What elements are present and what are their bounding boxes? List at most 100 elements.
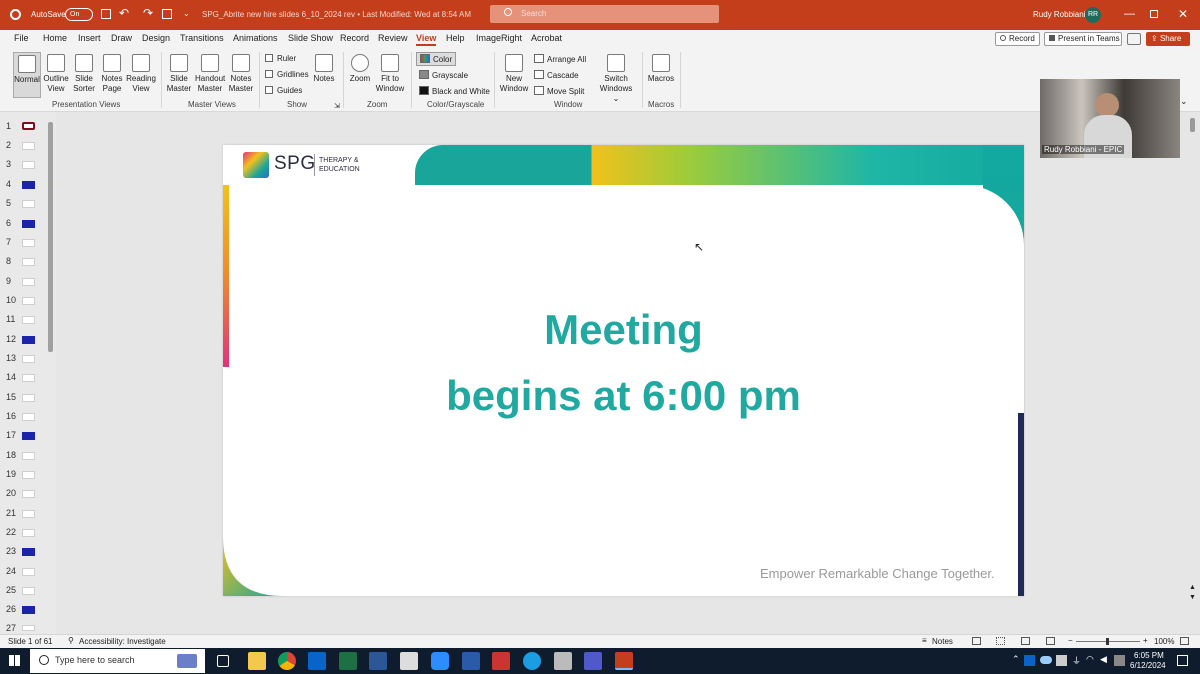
guides-checkbox[interactable]: Guides: [265, 86, 302, 95]
slide-thumbnail[interactable]: [22, 490, 35, 498]
customize-chevron-icon[interactable]: ⌄: [183, 9, 190, 18]
user-name[interactable]: Rudy Robbiani: [1033, 10, 1085, 19]
tab-draw[interactable]: Draw: [111, 33, 132, 43]
tab-imageright[interactable]: ImageRight: [476, 33, 522, 43]
cascade-button[interactable]: Cascade: [534, 70, 579, 80]
slide-thumbnail[interactable]: [22, 258, 35, 266]
tray-app-icon[interactable]: [1024, 655, 1035, 666]
document-title[interactable]: SPG_Abrite new hire slides 6_10_2024 rev…: [202, 10, 471, 19]
tab-design[interactable]: Design: [142, 33, 170, 43]
notes-page-button[interactable]: Notes Page: [99, 52, 125, 94]
previous-slide-icon[interactable]: ▲: [1189, 584, 1196, 591]
slide-thumbnail[interactable]: [22, 239, 35, 247]
slide-thumbnail[interactable]: [22, 122, 35, 130]
gridlines-checkbox[interactable]: Gridlines: [265, 70, 309, 79]
notifications-icon[interactable]: [1177, 655, 1188, 666]
notes-toggle[interactable]: Notes: [932, 637, 953, 646]
file-explorer-icon[interactable]: [248, 652, 266, 670]
show-dialog-launcher-icon[interactable]: ⇲: [334, 102, 340, 110]
app-plane-icon[interactable]: [554, 652, 572, 670]
slide-thumbnail[interactable]: [22, 220, 35, 228]
accessibility-status[interactable]: Accessibility: Investigate: [79, 637, 166, 646]
tab-insert[interactable]: Insert: [78, 33, 101, 43]
vertical-scrollbar[interactable]: ▲ ▼: [1189, 112, 1197, 602]
normal-view-status-icon[interactable]: [972, 637, 981, 645]
undo-icon[interactable]: ↶: [119, 6, 129, 20]
slide-thumbnail[interactable]: [22, 161, 35, 169]
tab-help[interactable]: Help: [446, 33, 465, 43]
notes-button[interactable]: Notes: [312, 52, 336, 84]
slide-thumbnail[interactable]: [22, 297, 35, 305]
slide-thumbnail[interactable]: [22, 374, 35, 382]
sorter-view-status-icon[interactable]: [996, 637, 1005, 645]
cloud-icon[interactable]: [1040, 656, 1052, 664]
next-slide-icon[interactable]: ▼: [1189, 594, 1196, 601]
slide-thumbnail[interactable]: [22, 200, 35, 208]
maximize-icon[interactable]: [1150, 10, 1158, 18]
teams-taskbar-icon[interactable]: [584, 652, 602, 670]
outlook-icon[interactable]: [308, 652, 326, 670]
tab-slide-show[interactable]: Slide Show: [288, 33, 333, 43]
word-icon[interactable]: [369, 652, 387, 670]
slide-thumbnail[interactable]: [22, 355, 35, 363]
move-split-button[interactable]: Move Split: [534, 86, 584, 96]
zoom-button[interactable]: Zoom: [348, 52, 372, 84]
slide-master-button[interactable]: Slide Master: [166, 52, 192, 94]
normal-view-button[interactable]: Normal: [13, 52, 41, 98]
record-button[interactable]: Record: [995, 32, 1040, 46]
slide-thumbnail[interactable]: [22, 625, 35, 631]
volume-icon[interactable]: ◀: [1100, 654, 1107, 665]
slide-thumbnail[interactable]: [22, 471, 35, 479]
black-and-white-button[interactable]: Black and White: [419, 86, 490, 96]
slide-thumbnail[interactable]: [22, 529, 35, 537]
task-view-icon[interactable]: [217, 655, 229, 667]
zoom-slider-thumb[interactable]: [1106, 638, 1109, 645]
fit-to-window-button[interactable]: Fit to Window: [374, 52, 406, 94]
snipping-tool-icon[interactable]: [400, 652, 418, 670]
zoom-app-icon[interactable]: [431, 652, 449, 670]
slide-thumbnail[interactable]: [22, 316, 35, 324]
switch-windows-button[interactable]: Switch Windows ⌄: [596, 52, 636, 104]
tab-record[interactable]: Record: [340, 33, 369, 43]
slide-thumbnail[interactable]: [22, 568, 35, 576]
excel-icon[interactable]: [339, 652, 357, 670]
grayscale-button[interactable]: Grayscale: [419, 70, 468, 80]
slide-thumbnail[interactable]: [22, 394, 35, 402]
zoom-in-icon[interactable]: +: [1143, 636, 1148, 645]
slide-thumbnail[interactable]: [22, 413, 35, 421]
thumbnail-scrollbar[interactable]: [48, 122, 53, 352]
reading-view-status-icon[interactable]: [1021, 637, 1030, 645]
minimize-icon[interactable]: —: [1124, 8, 1135, 20]
usb-icon[interactable]: ⏚: [1072, 654, 1081, 667]
zoom-percent[interactable]: 100%: [1154, 637, 1174, 646]
tab-review[interactable]: Review: [378, 33, 408, 43]
autosave-toggle[interactable]: On: [65, 8, 93, 21]
slide-thumbnail[interactable]: [22, 336, 35, 344]
slide-thumbnail[interactable]: [22, 181, 35, 189]
notes-toggle-icon[interactable]: ≡: [922, 636, 927, 645]
ruler-checkbox[interactable]: Ruler: [265, 54, 296, 63]
tab-view[interactable]: View: [416, 33, 437, 46]
wifi-icon[interactable]: ◠: [1086, 654, 1094, 665]
slide-thumbnail[interactable]: [22, 548, 35, 556]
handout-master-button[interactable]: Handout Master: [195, 52, 225, 94]
tab-transitions[interactable]: Transitions: [180, 33, 224, 43]
color-button[interactable]: Color: [416, 52, 457, 66]
search-box[interactable]: Search: [490, 5, 719, 23]
slide-canvas[interactable]: SPG THERAPY & EDUCATION Meeting begins a…: [223, 145, 1024, 596]
slide-thumbnail[interactable]: [22, 278, 35, 286]
tray-app-icon[interactable]: [1114, 655, 1125, 666]
slide-thumbnail[interactable]: [22, 606, 35, 614]
edge-icon[interactable]: [523, 652, 541, 670]
accessibility-icon[interactable]: ⚲: [68, 636, 74, 645]
slide-thumbnail[interactable]: [22, 432, 35, 440]
macros-button[interactable]: Macros: [646, 52, 676, 84]
present-in-teams-button[interactable]: Present in Teams: [1044, 32, 1122, 46]
share-button[interactable]: ⇪ Share: [1146, 32, 1190, 46]
taskbar-search-box[interactable]: Type here to search: [30, 649, 205, 673]
tab-acrobat[interactable]: Acrobat: [531, 33, 562, 43]
new-window-button[interactable]: New Window: [499, 52, 529, 94]
comments-icon[interactable]: [1127, 33, 1141, 45]
clock-time[interactable]: 6:05 PM: [1134, 651, 1164, 660]
zoom-out-icon[interactable]: −: [1068, 636, 1073, 645]
